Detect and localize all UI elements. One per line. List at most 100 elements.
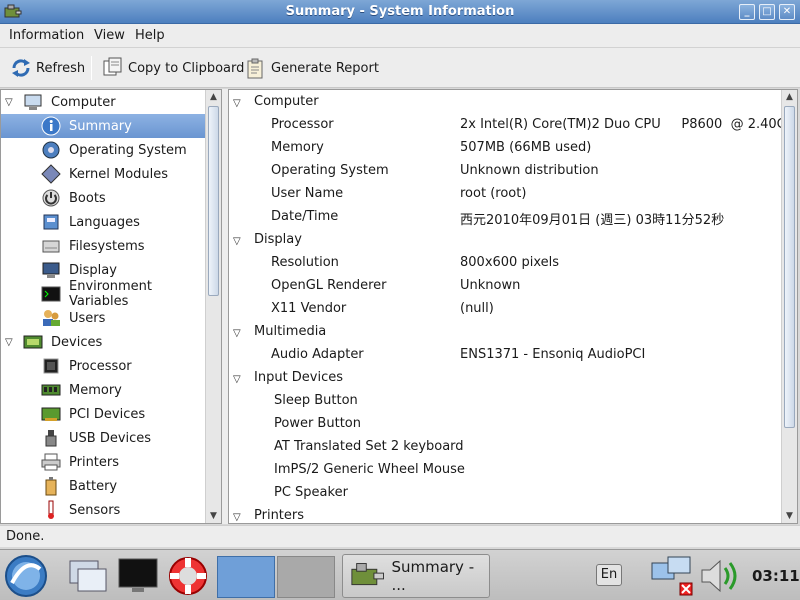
tree-item-pci-devices[interactable]: PCI Devices	[1, 402, 206, 426]
info-pane: ▽ Computer Processor 2x Intel(R) Core(TM)2 …	[228, 89, 798, 524]
task-system-information[interactable]: Summary - ...	[342, 554, 490, 598]
info-scrollbar[interactable]: ▲ ▼	[781, 90, 797, 523]
tree-item-computer[interactable]: ▽ Computer	[1, 90, 206, 114]
report-icon	[247, 58, 263, 79]
close-button[interactable]: ✕	[779, 4, 795, 20]
tree-scrollbar[interactable]: ▲ ▼	[205, 90, 221, 523]
taskbar: Summary - ... En 03:11	[0, 549, 800, 600]
tree-item-printers[interactable]: Printers	[1, 450, 206, 474]
section-expander-icon[interactable]: ▽	[233, 374, 241, 385]
info-section-header[interactable]: ▽ Display	[229, 232, 779, 255]
tree-item-processor[interactable]: Processor	[1, 354, 206, 378]
computer-icon	[24, 94, 42, 110]
tree-item-memory[interactable]: Memory	[1, 378, 206, 402]
info-field-row[interactable]: Memory 507MB (66MB used)	[229, 140, 779, 163]
tree-item-boots[interactable]: Boots	[1, 186, 206, 210]
tree-item-filesystems[interactable]: Filesystems	[1, 234, 206, 258]
section-expander-icon[interactable]: ▽	[233, 512, 241, 523]
report-label: Generate Report	[271, 60, 379, 76]
minimize-button[interactable]: _	[739, 4, 755, 20]
tree-item-devices[interactable]: ▽ Devices	[1, 330, 206, 354]
info-field-row[interactable]: Audio Adapter ENS1371 - Ensoniq AudioPCI	[229, 347, 779, 370]
scroll-up-icon[interactable]: ▲	[206, 90, 221, 104]
section-title: Input Devices	[254, 370, 344, 385]
section-expander-icon[interactable]: ▽	[233, 98, 241, 109]
terminal-icon	[41, 286, 61, 302]
terminal-launcher-icon[interactable]	[116, 553, 160, 599]
show-desktop-icon[interactable]	[64, 553, 112, 599]
tree-scroll-thumb[interactable]	[208, 106, 219, 296]
navigation-tree[interactable]: ▽ Computer Summary Operating System Kernel M…	[0, 89, 222, 524]
menu-information[interactable]: Information	[9, 28, 84, 43]
workspace-1[interactable]	[217, 556, 275, 598]
monitor-icon	[42, 262, 60, 278]
menu-help[interactable]: Help	[135, 28, 165, 43]
info-scroll-thumb[interactable]	[784, 106, 795, 428]
gear-icon	[42, 141, 60, 159]
info-section-header[interactable]: ▽ Multimedia	[229, 324, 779, 347]
item-label: AT Translated Set 2 keyboard	[274, 439, 464, 454]
maximize-button[interactable]: □	[759, 4, 775, 20]
tree-item-label: PCI Devices	[69, 406, 146, 422]
field-value: 西元2010年09月01日 (週三) 03時11分52秒	[460, 213, 725, 228]
start-menu-icon[interactable]	[2, 553, 50, 599]
tree-item-usb-devices[interactable]: USB Devices	[1, 426, 206, 450]
info-list-item[interactable]: ImPS/2 Generic Wheel Mouse	[229, 462, 779, 485]
field-label: Processor	[271, 117, 334, 132]
info-section-header[interactable]: ▽ Computer	[229, 94, 779, 117]
refresh-icon	[12, 59, 30, 77]
tree-item-label: Users	[69, 310, 106, 326]
section-expander-icon[interactable]: ▽	[233, 236, 241, 247]
status-text: Done.	[6, 529, 45, 544]
info-field-row[interactable]: Processor 2x Intel(R) Core(TM)2 Duo CPU P…	[229, 117, 797, 140]
info-list-item[interactable]: AT Translated Set 2 keyboard	[229, 439, 779, 462]
tree-item-summary[interactable]: Summary	[1, 114, 206, 138]
toolbar-separator	[91, 56, 92, 80]
copy-clipboard-button[interactable]: Copy to Clipboard	[102, 56, 244, 80]
generate-report-button[interactable]: Generate Report	[245, 56, 379, 80]
tree-item-users[interactable]: Users	[1, 306, 206, 330]
tree-item-battery[interactable]: Battery	[1, 474, 206, 498]
info-list-item[interactable]: Power Button	[229, 416, 779, 439]
section-expander-icon[interactable]: ▽	[233, 328, 241, 339]
info-field-row[interactable]: User Name root (root)	[229, 186, 779, 209]
keyboard-layout-indicator[interactable]: En	[596, 564, 622, 586]
flag-icon	[43, 214, 59, 230]
tree-item-operating-system[interactable]: Operating System	[1, 138, 206, 162]
tree-expander-icon[interactable]: ▽	[5, 97, 17, 108]
field-value: 507MB (66MB used)	[460, 140, 592, 155]
help-lifebuoy-icon[interactable]	[164, 553, 212, 599]
info-field-row[interactable]: X11 Vendor (null)	[229, 301, 779, 324]
info-field-row[interactable]: OpenGL Renderer Unknown	[229, 278, 779, 301]
refresh-button[interactable]: Refresh	[10, 56, 85, 80]
info-field-row[interactable]: Resolution 800x600 pixels	[229, 255, 779, 278]
scroll-down-icon[interactable]: ▼	[206, 509, 221, 523]
scroll-up-icon[interactable]: ▲	[782, 90, 797, 104]
tree-item-label: USB Devices	[69, 430, 152, 446]
info-section-header[interactable]: ▽ Printers	[229, 508, 779, 523]
tree-item-label: Devices	[51, 334, 103, 350]
title-bar[interactable]: Summary - System Information _ □ ✕	[0, 0, 800, 24]
info-field-row[interactable]: Date/Time 西元2010年09月01日 (週三) 03時11分52秒	[229, 209, 779, 232]
tree-expander-icon[interactable]: ▽	[5, 337, 17, 348]
tree-item-languages[interactable]: Languages	[1, 210, 206, 234]
network-status-icon[interactable]	[650, 553, 696, 599]
info-icon	[41, 116, 61, 136]
tree-item-environment-variables[interactable]: Environment Variables	[1, 279, 206, 309]
tree-item-sensors[interactable]: Sensors	[1, 498, 206, 522]
drive-icon	[42, 240, 60, 253]
clock[interactable]: 03:11	[752, 567, 800, 585]
workspace-2[interactable]	[277, 556, 335, 598]
tree-item-label: Battery	[69, 478, 118, 494]
module-icon	[41, 164, 61, 184]
scroll-down-icon[interactable]: ▼	[782, 509, 797, 523]
tree-item-kernel-modules[interactable]: Kernel Modules	[1, 162, 206, 186]
section-title: Computer	[254, 94, 319, 109]
info-section-header[interactable]: ▽ Input Devices	[229, 370, 779, 393]
info-list-item[interactable]: Sleep Button	[229, 393, 779, 416]
menu-view[interactable]: View	[94, 28, 125, 43]
tree-item-label: Operating System	[69, 142, 187, 158]
info-list-item[interactable]: PC Speaker	[229, 485, 779, 508]
volume-icon[interactable]	[698, 553, 744, 599]
info-field-row[interactable]: Operating System Unknown distribution	[229, 163, 779, 186]
